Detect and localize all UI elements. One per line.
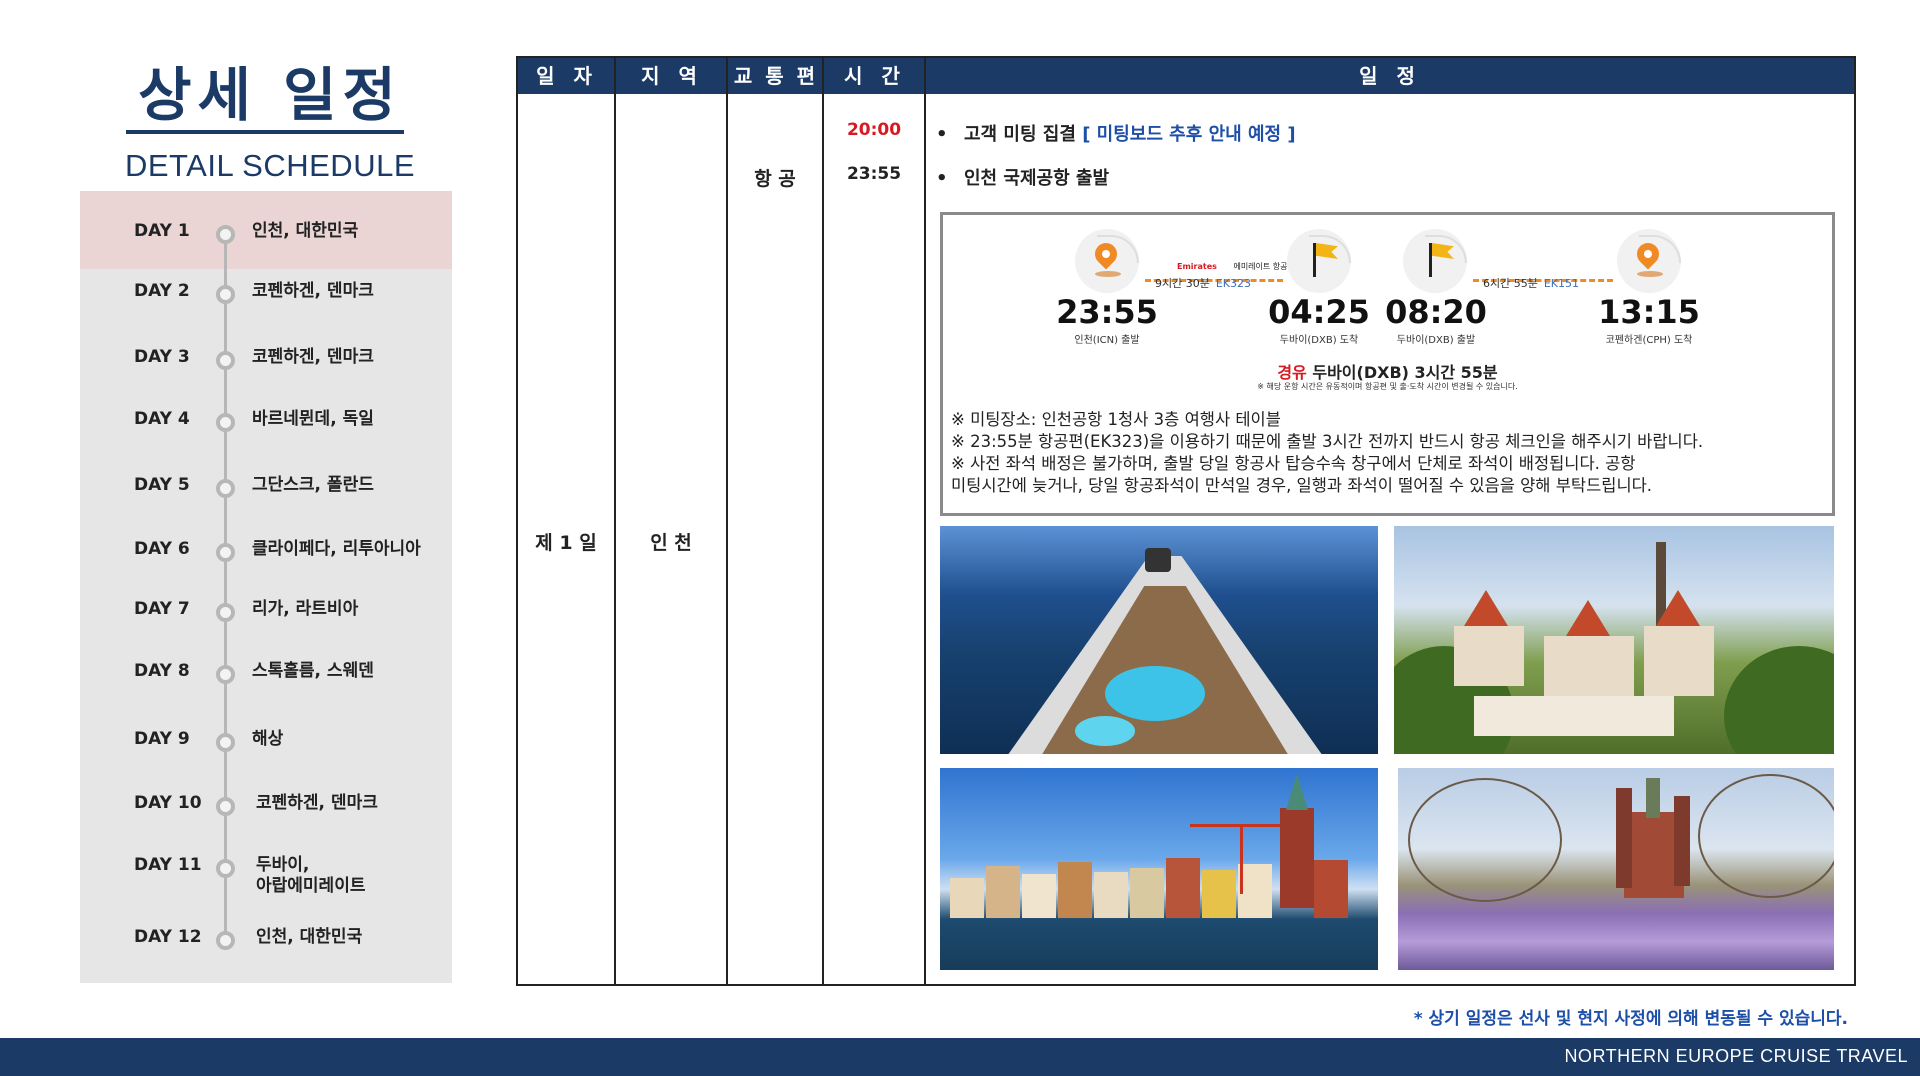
- day-label: DAY 5: [134, 475, 190, 495]
- note-line: ※ 23:55분 항공편(EK323)을 이용하기 때문에 출발 3시간 전까지…: [951, 432, 1704, 451]
- segment-duration-2: 6시간 55분 EK151: [1483, 277, 1580, 290]
- day-label: DAY 7: [134, 599, 190, 619]
- timeline-dot-icon: [216, 413, 235, 432]
- header-time: 시 간: [844, 64, 906, 88]
- segment-duration-1: 9시간 30분 EK323: [1155, 277, 1252, 290]
- day-label: DAY 9: [134, 729, 190, 749]
- timeline-dot-icon: [216, 603, 235, 622]
- header-transport: 교 통 편: [733, 64, 819, 88]
- schedule-disclaimer: * 상기 일정은 선사 및 현지 사정에 의해 변동될 수 있습니다.: [1413, 1009, 1848, 1029]
- day-label: DAY 4: [134, 409, 190, 429]
- tallinn-old-town-photo: [1394, 526, 1834, 754]
- note-line: ※ 사전 좌석 배정은 불가하며, 출발 당일 항공사 탑승수속 창구에서 단체…: [951, 454, 1636, 473]
- departure-label-dxb: 두바이(DXB) 출발: [1396, 335, 1476, 346]
- cell-transport: 항 공: [754, 168, 796, 190]
- day-place: 리가, 라트비아: [252, 599, 359, 619]
- departure-time: 23:55: [1056, 293, 1158, 331]
- column-divider: [614, 58, 616, 984]
- day-label: DAY 11: [134, 855, 202, 875]
- itinerary-item-meeting: • 고객 미팅 집결 [ 미팅보드 추후 안내 예정 ]: [936, 124, 1296, 145]
- day-place: 코펜하겐, 덴마크: [252, 281, 374, 301]
- title-underline: [126, 130, 404, 134]
- day-place: 그단스크, 폴란드: [252, 475, 374, 495]
- flag-icon: [1287, 229, 1351, 293]
- header-itinerary: 일 정: [1359, 64, 1421, 88]
- footer-brand: NORTHERN EUROPE CRUISE TRAVEL: [1564, 1046, 1908, 1066]
- day-place: 인천, 대한민국: [256, 927, 363, 947]
- day-label: DAY 1: [134, 221, 190, 241]
- day-label: DAY 6: [134, 539, 190, 559]
- day-place: 바르네뮌데, 독일: [252, 409, 374, 429]
- cruise-ship-deck-photo: [940, 526, 1378, 754]
- departure-label: 인천(ICN) 출발: [1074, 335, 1140, 346]
- day-place: 스톡홀름, 스웨덴: [252, 661, 374, 681]
- map-pin-icon: [1617, 229, 1681, 293]
- timeline-dot-icon: [216, 859, 235, 878]
- timeline-dot-icon: [216, 351, 235, 370]
- timeline-dot-icon: [216, 225, 235, 244]
- column-divider: [726, 58, 728, 984]
- page-subtitle: DETAIL SCHEDULE: [124, 148, 415, 183]
- map-pin-icon: [1075, 229, 1139, 293]
- timeline-dot-icon: [216, 733, 235, 752]
- page-title: 상세 일정: [138, 61, 402, 129]
- day-list: DAY 1 인천, 대한민국 DAY 2 코펜하겐, 덴마크 DAY 3 코펜하…: [80, 191, 452, 983]
- layover-info: 경유 두바이(DXB) 3시간 55분: [1277, 363, 1498, 382]
- day-label: DAY 2: [134, 281, 190, 301]
- meeting-board-note: [ 미팅보드 추후 안내 예정 ]: [1082, 124, 1296, 145]
- day-label: DAY 8: [134, 661, 190, 681]
- column-divider: [822, 58, 824, 984]
- lubeck-harbor-photo: [940, 768, 1378, 970]
- airline-logo: Emirates 에미레이트 항공: [1177, 262, 1288, 271]
- table-header: 일 자 지 역 교 통 편 시 간 일 정: [518, 58, 1854, 94]
- header-date: 일 자: [536, 64, 598, 88]
- header-region: 지 역: [641, 64, 703, 88]
- itinerary-item-departure: • 인천 국제공항 출발: [936, 168, 1110, 189]
- day-place: 코펜하겐, 덴마크: [252, 347, 374, 367]
- day-label: DAY 10: [134, 793, 202, 813]
- cell-region: 인 천: [650, 532, 692, 554]
- timeline-dot-icon: [216, 479, 235, 498]
- layover-disclaimer: ※ 해당 운항 시간은 유동적이며 항공편 및 출·도착 시간이 변경될 수 있…: [1257, 382, 1518, 391]
- cell-time-meeting: 20:00: [846, 120, 902, 140]
- castle-garden-photo: [1398, 768, 1834, 970]
- arrival-label-cph: 코펜하겐(CPH) 도착: [1605, 335, 1693, 346]
- note-line: ※ 미팅장소: 인천공항 1청사 3층 여행사 테이블: [951, 410, 1281, 429]
- day-place: 클라이페다, 리투아니아: [252, 539, 421, 559]
- day-label: DAY 3: [134, 347, 190, 367]
- cell-date: 제 1 일: [535, 532, 597, 554]
- timeline-dot-icon: [216, 543, 235, 562]
- day-place: 코펜하겐, 덴마크: [256, 793, 378, 813]
- day-place: 두바이,: [256, 855, 310, 875]
- timeline-dot-icon: [216, 285, 235, 304]
- flag-icon: [1403, 229, 1467, 293]
- column-divider: [924, 58, 926, 984]
- cell-time-departure: 23:55: [846, 164, 902, 184]
- timeline-dot-icon: [216, 931, 235, 950]
- timeline-line: [224, 231, 227, 939]
- arrival-time-cph: 13:15: [1598, 293, 1700, 331]
- day-label: DAY 12: [134, 927, 202, 947]
- timeline-dot-icon: [216, 797, 235, 816]
- flight-info-box: Emirates 에미레이트 항공 9시간 30분 EK323 6시간 55분 EK…: [940, 212, 1835, 516]
- flight-notes: ※ 미팅장소: 인천공항 1청사 3층 여행사 테이블 ※ 23:55분 항공편…: [951, 409, 1831, 497]
- day-place-line2: 아랍에미레이트: [256, 876, 366, 896]
- timeline-dot-icon: [216, 665, 235, 684]
- note-line: 미팅시간에 늦거나, 당일 항공좌석이 만석일 경우, 일행과 좌석이 떨어질 …: [951, 476, 1653, 495]
- departure-time-dxb: 08:20: [1385, 293, 1487, 331]
- footer-bar: NORTHERN EUROPE CRUISE TRAVEL: [0, 1038, 1920, 1076]
- day-place: 해상: [252, 729, 284, 749]
- day-place: 인천, 대한민국: [252, 221, 359, 241]
